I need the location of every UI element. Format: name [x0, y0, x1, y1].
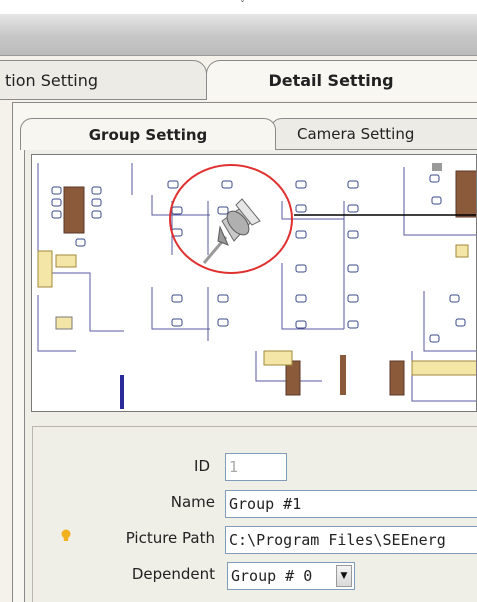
pushpin-icon[interactable] — [198, 191, 268, 267]
dependent-selected-value: Group # 0 — [231, 567, 313, 585]
id-label: ID — [194, 457, 210, 475]
floor-plan-map[interactable] — [31, 154, 477, 412]
tab-location-setting[interactable]: tion Setting — [0, 60, 207, 100]
toolbar-band — [0, 14, 477, 56]
caret-glyph: ˇ — [240, 0, 245, 11]
tab-detail-setting[interactable]: Detail Setting — [206, 60, 477, 100]
dependent-label: Dependent — [131, 565, 215, 583]
app-window: ˇ tion Setting Detail Setting Camera Set… — [0, 0, 477, 602]
tab-group-setting[interactable]: Group Setting — [20, 118, 276, 150]
name-field[interactable]: Group #1 — [225, 490, 477, 518]
id-field[interactable]: 1 — [225, 453, 287, 481]
outer-tab-bar: tion Setting Detail Setting — [0, 56, 477, 102]
picture-path-label: Picture Path — [125, 529, 215, 547]
lightbulb-icon — [61, 529, 71, 541]
title-strip: ˇ — [0, 0, 477, 14]
tab-camera-setting[interactable]: Camera Setting — [270, 118, 477, 150]
picture-path-field[interactable]: C:\Program Files\SEEnerg — [225, 526, 477, 554]
name-label: Name — [170, 493, 215, 511]
chevron-down-icon[interactable]: ▼ — [336, 565, 352, 587]
